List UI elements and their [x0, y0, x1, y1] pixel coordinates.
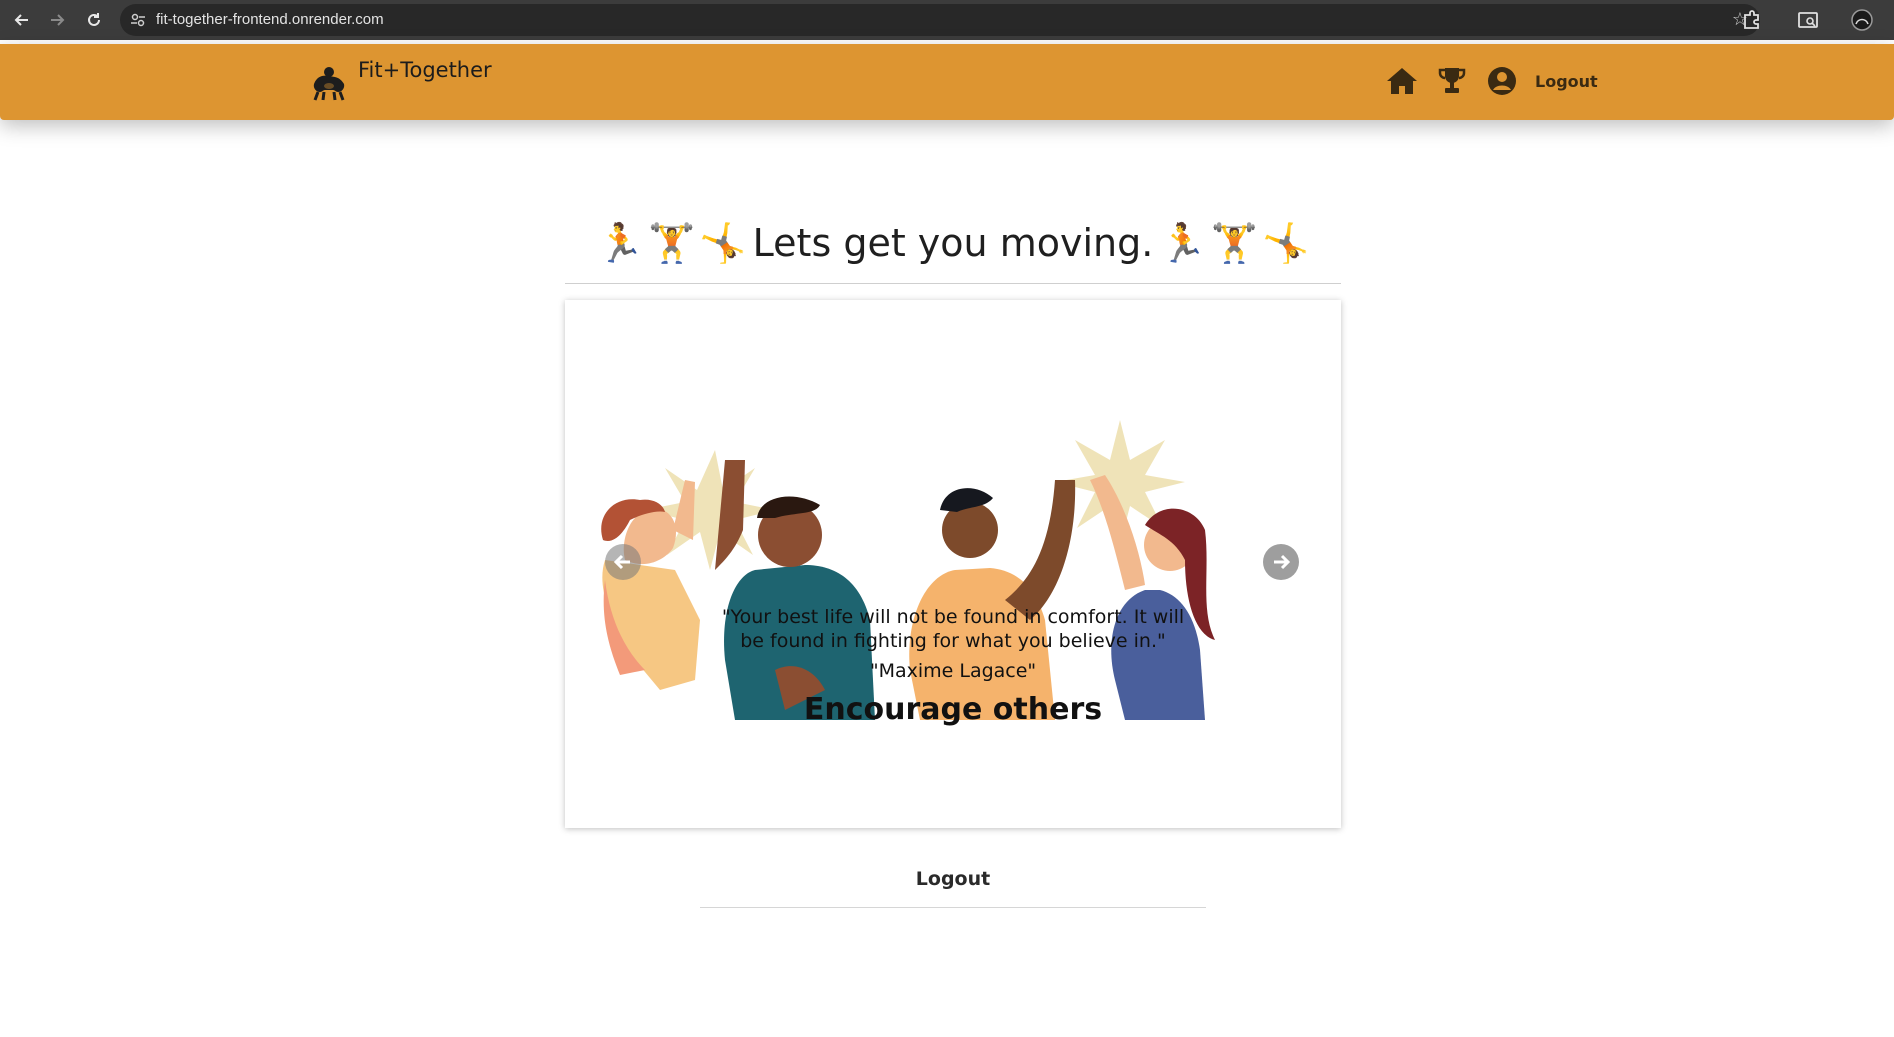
trophy-icon[interactable]: [1435, 64, 1469, 98]
cartwheel-emoji: 🤸: [1261, 221, 1310, 265]
arrow-left-icon: [613, 554, 630, 570]
runner-emoji: 🏃: [1159, 221, 1207, 265]
header-nav: Logout: [1385, 64, 1598, 98]
app-header: Fit+Together Logout: [0, 44, 1894, 120]
page-title: Lets get you moving.: [752, 221, 1154, 265]
cartwheel-emoji: 🤸: [699, 221, 747, 265]
carousel-prev-button[interactable]: [605, 544, 641, 580]
header-logout-link[interactable]: Logout: [1535, 72, 1598, 91]
browser-toolbar: fit-together-frontend.onrender.com ☆: [0, 0, 1894, 40]
forward-arrow-icon[interactable]: [45, 8, 69, 32]
page-heading: 🏃 🏋 🤸 Lets get you moving. 🏃 🏋 🤸: [565, 212, 1341, 284]
site-settings-icon[interactable]: [130, 12, 146, 28]
carousel-next-button[interactable]: [1263, 544, 1299, 580]
brand[interactable]: Fit+Together: [308, 58, 492, 104]
user-circle-icon[interactable]: [1485, 64, 1519, 98]
address-bar[interactable]: fit-together-frontend.onrender.com ☆: [120, 4, 1760, 36]
quote-carousel: "Your best life will not be found in com…: [565, 300, 1341, 828]
home-icon[interactable]: [1385, 64, 1419, 98]
runner-emoji: 🏃: [596, 221, 645, 265]
weightlifter-emoji: 🏋: [1210, 221, 1258, 265]
arrow-right-icon: [1274, 554, 1291, 570]
profile-avatar-icon[interactable]: [1850, 8, 1874, 32]
carousel-quote: "Your best life will not be found in com…: [721, 606, 1185, 652]
muscle-logo-icon: [313, 67, 345, 101]
url-text[interactable]: fit-together-frontend.onrender.com: [156, 11, 384, 28]
extensions-icon[interactable]: [1740, 8, 1764, 32]
reload-icon[interactable]: [82, 8, 106, 32]
weightlifter-emoji: 🏋: [648, 221, 696, 265]
footer-logout-section: Logout: [700, 868, 1206, 908]
brand-name: Fit+Together: [358, 58, 492, 82]
tab-search-icon[interactable]: [1796, 8, 1820, 32]
carousel-caption: Encourage others: [803, 692, 1103, 727]
carousel-quote-author: "Maxime Lagace": [869, 660, 1037, 682]
footer-logout-link[interactable]: Logout: [916, 868, 990, 890]
back-arrow-icon[interactable]: [10, 8, 34, 32]
